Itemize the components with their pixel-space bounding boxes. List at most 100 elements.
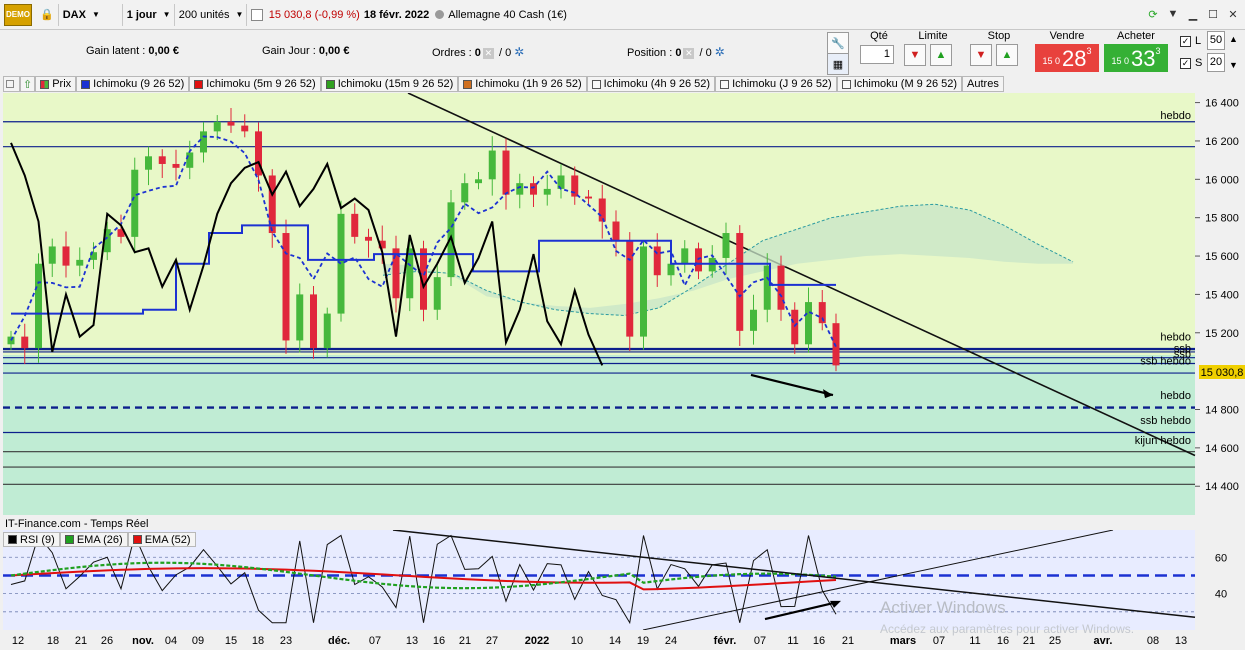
candle-body (131, 169, 139, 237)
stop-buy-icon[interactable]: ▲ (996, 44, 1018, 66)
minimize-icon[interactable]: ▁ (1185, 6, 1201, 22)
date-tick-label: 19 (637, 635, 649, 647)
date-tick-label: mars (890, 635, 916, 647)
legend-ichimoku-4h-label: Ichimoku (4h 9 26 52) (603, 78, 711, 90)
level-label-ssb-hebdo2: ssb hebdo (1140, 415, 1191, 427)
swatch-icon (8, 535, 17, 544)
current-price-tag: 15 030,8 (1201, 367, 1244, 379)
candles-icon (40, 79, 50, 89)
chevron-down-icon[interactable]: ▼ (1165, 6, 1181, 22)
level-label-hebdo-mid: hebdo (1160, 331, 1191, 343)
legend-ichimoku-m-label: Ichimoku (M 9 26 52) (853, 78, 958, 90)
maximize-icon[interactable]: ☐ (1205, 6, 1221, 22)
date-tick-label: 08 (1147, 635, 1159, 647)
legend-ichimoku-j[interactable]: Ichimoku (J 9 26 52) (715, 76, 837, 92)
scroll-down-icon[interactable]: ▼ (1229, 60, 1238, 70)
l-checkbox[interactable]: ✓ (1180, 36, 1191, 47)
close-icon[interactable]: ✕ (1225, 6, 1241, 22)
swatch-icon (81, 79, 91, 89)
price-tick-label: 15 600 (1205, 251, 1239, 263)
legend-up-icon[interactable]: ⇧ (20, 76, 36, 92)
price-tick-label: 14 600 (1205, 443, 1239, 455)
legend-ichimoku-1h[interactable]: Ichimoku (1h 9 26 52) (458, 76, 587, 92)
gain-latent-label: Gain latent : (86, 45, 146, 57)
timeframe-select[interactable]: 1 jour ▼ (123, 3, 175, 26)
ordres-label: Ordres : (432, 47, 472, 59)
ordres: Ordres : 0 ✕ / 0 ✲ (432, 45, 524, 59)
legend-rsi-label: RSI (9) (20, 533, 55, 546)
legend-ema26[interactable]: EMA (26) (59, 532, 128, 547)
date-tick-label: 11 (969, 635, 980, 647)
buy-price-sup: 3 (1155, 46, 1161, 56)
candle-body (282, 233, 290, 341)
gear-icon[interactable]: ✲ (715, 45, 725, 59)
refresh-icon[interactable]: ⟳ (1145, 6, 1161, 22)
legend-ichimoku-1-label: Ichimoku (9 26 52) (93, 78, 185, 90)
swatch-icon (64, 535, 74, 544)
swatch-icon (194, 79, 204, 89)
account-infobar: Gain latent : 0,00 € Gain Jour : 0,00 € … (0, 30, 825, 75)
gain-latent-value: 0,00 € (148, 45, 179, 57)
date-tick-label: 2022 (525, 635, 549, 647)
legend-ichimoku-m[interactable]: Ichimoku (M 9 26 52) (836, 76, 963, 92)
window-controls: ⟳ ▼ ▁ ☐ ✕ (1145, 6, 1241, 22)
legend-ichimoku-5m[interactable]: Ichimoku (5m 9 26 52) (189, 76, 321, 92)
s-input[interactable]: 20 (1207, 53, 1225, 72)
candle-body (62, 246, 70, 266)
order-panel: 🔧 ▦ Qté 1 Limite ▼ ▲ Stop ▼ ▲ Vendre 15 … (825, 30, 1245, 75)
date-tick-label: févr. (714, 635, 737, 647)
keypad-icon[interactable]: ▦ (827, 53, 849, 75)
legend-ichimoku-4h[interactable]: Ichimoku (4h 9 26 52) (586, 76, 716, 92)
legend-rsi[interactable]: RSI (9) (3, 532, 60, 547)
position-total: / 0 (699, 47, 712, 59)
status-dot-icon (435, 10, 445, 19)
gear-icon[interactable]: ✲ (514, 45, 524, 59)
close-position-icon[interactable]: ✕ (683, 48, 695, 59)
limit-sell-icon[interactable]: ▼ (904, 44, 926, 66)
cancel-orders-icon[interactable]: ✕ (482, 48, 494, 59)
legend-ema52[interactable]: EMA (52) (127, 532, 196, 547)
legend-autres[interactable]: Autres (962, 76, 1004, 92)
date-tick-label: 21 (75, 635, 87, 647)
legend-ichimoku-1[interactable]: Ichimoku (9 26 52) (76, 76, 190, 92)
rsi-tick-label: 40 (1215, 589, 1227, 601)
stop-label: Stop (987, 30, 1011, 42)
chart-icon[interactable] (250, 8, 263, 21)
date-tick-label: déc. (328, 635, 350, 647)
sell-button[interactable]: 15 0 28 3 (1035, 44, 1099, 72)
quantity-input[interactable]: 1 (860, 45, 894, 64)
candle-body (488, 150, 496, 180)
limit-buy-icon[interactable]: ▲ (930, 44, 952, 66)
candle-body (21, 336, 29, 349)
qte-label: Qté (870, 30, 888, 42)
legend-ichimoku-15m[interactable]: Ichimoku (15m 9 26 52) (320, 76, 459, 92)
l-input[interactable]: 50 (1207, 31, 1225, 50)
price-tick-label: 16 000 (1205, 174, 1239, 186)
units-select[interactable]: 200 unités ▼ (175, 3, 247, 26)
lock-icon[interactable]: 🔒 (36, 3, 59, 26)
candle-body (433, 277, 441, 310)
scroll-up-icon[interactable]: ▲ (1229, 34, 1238, 44)
price-tick-label: 14 800 (1205, 405, 1239, 417)
price-tick-label: 15 400 (1205, 289, 1239, 301)
position-label: Position : (627, 47, 673, 59)
candle-body (241, 125, 249, 132)
indicator-legend: RSI (9) EMA (26) EMA (52) (3, 532, 196, 547)
legend-prix[interactable]: Prix (35, 76, 77, 92)
buy-button[interactable]: 15 0 33 3 (1104, 44, 1168, 72)
candle-body (186, 152, 194, 168)
price-info: 15 030,8 (-0,99 %) 18 févr. 2022 Allemag… (247, 4, 571, 26)
legend-ema26-label: EMA (26) (76, 533, 123, 546)
legend-collapse-icon[interactable] (3, 76, 20, 92)
date-tick-label: 21 (842, 635, 854, 647)
gain-jour-value: 0,00 € (318, 45, 350, 57)
stop-sell-icon[interactable]: ▼ (970, 44, 992, 66)
swatch-icon (325, 79, 335, 89)
price-chart[interactable]: hebdohebdossbssbssb hebdohebdossb hebdok… (3, 93, 1245, 515)
symbol-select[interactable]: DAX ▼ (59, 3, 123, 26)
price-tick-label: 15 200 (1205, 328, 1239, 340)
price-tick-label: 16 400 (1205, 98, 1239, 110)
s-checkbox[interactable]: ✓ (1180, 58, 1191, 69)
wrench-icon[interactable]: 🔧 (827, 32, 849, 54)
date-tick-label: 13 (1175, 635, 1187, 647)
